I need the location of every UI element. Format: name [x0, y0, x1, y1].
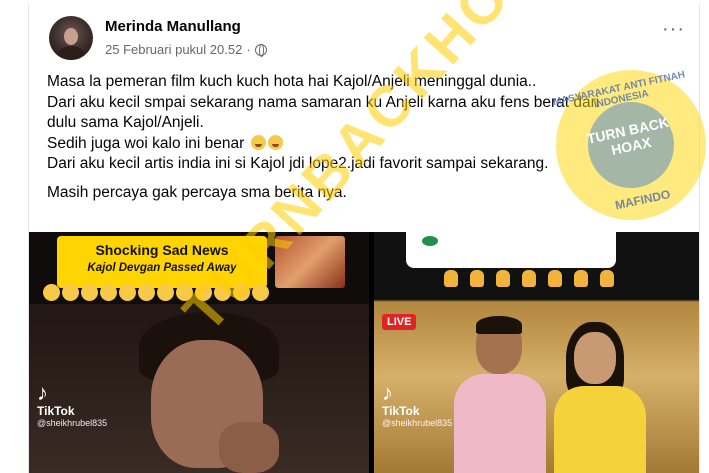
man-shirt	[454, 374, 546, 473]
globe-icon	[254, 43, 267, 57]
post-line-text: Sedih juga woi kalo ini benar	[47, 134, 245, 152]
meta-separator: ·	[246, 42, 251, 57]
tiktok-watermark-right: ♪ TikTok @sheikhrubel835	[382, 380, 453, 429]
praying-hands-icon	[496, 270, 510, 287]
crying-face-icon	[43, 284, 60, 301]
author-name[interactable]: Merinda Manullang	[105, 18, 241, 35]
author-avatar[interactable]	[49, 16, 93, 60]
crying-face-icon	[81, 284, 98, 301]
praying-hands-icon	[470, 270, 484, 287]
post-timestamp[interactable]: 25 Februari pukul 20.52	[105, 42, 242, 57]
praying-hands-row	[444, 270, 626, 292]
tiktok-handle: @sheikhrubel835	[37, 418, 108, 428]
tiktok-handle: @sheikhrubel835	[382, 418, 453, 428]
tiktok-name: TikTok	[37, 404, 75, 418]
crying-face-icon	[250, 134, 266, 150]
bubble-icon	[422, 236, 438, 246]
woman-head	[574, 332, 616, 384]
man-portrait	[109, 312, 309, 473]
crying-face-icon	[62, 284, 79, 301]
praying-hands-icon	[600, 270, 614, 287]
tiktok-icon: ♪	[382, 380, 393, 405]
woman-saree	[554, 386, 646, 473]
praying-hands-icon	[522, 270, 536, 287]
avatar-body	[57, 46, 85, 60]
live-badge: LIVE	[382, 314, 417, 330]
media-right-panel[interactable]: LIVE ♪ TikTok @sheikhrubel835	[374, 232, 699, 473]
crying-face-icon	[138, 284, 155, 301]
woman-figure	[550, 322, 646, 473]
man-figure	[454, 316, 546, 473]
screenshot-frame: Merinda Manullang 25 Februari pukul 20.5…	[0, 0, 709, 473]
comment-bubble	[406, 232, 616, 268]
crying-face-icon	[119, 284, 136, 301]
tiktok-watermark-left: ♪ TikTok @sheikhrubel835	[37, 380, 108, 429]
crying-face-icon	[100, 284, 117, 301]
praying-hands-icon	[444, 270, 458, 287]
avatar-face	[64, 28, 78, 45]
post-media[interactable]: Shocking Sad News Kajol Devgan Passed Aw…	[29, 232, 699, 473]
post-line: Masa la pemeran film kuch kuch hota hai …	[47, 73, 537, 90]
more-options-button[interactable]: ···	[662, 19, 685, 39]
tiktok-icon: ♪	[37, 380, 48, 405]
man-hair	[476, 316, 522, 334]
tiktok-name: TikTok	[382, 404, 420, 418]
portrait-hand	[219, 422, 279, 473]
post-meta: 25 Februari pukul 20.52 ·	[105, 42, 267, 57]
facebook-post-card: Merinda Manullang 25 Februari pukul 20.5…	[28, 4, 700, 473]
praying-hands-icon	[574, 270, 588, 287]
praying-hands-icon	[548, 270, 562, 287]
laughing-face-icon	[267, 134, 283, 150]
